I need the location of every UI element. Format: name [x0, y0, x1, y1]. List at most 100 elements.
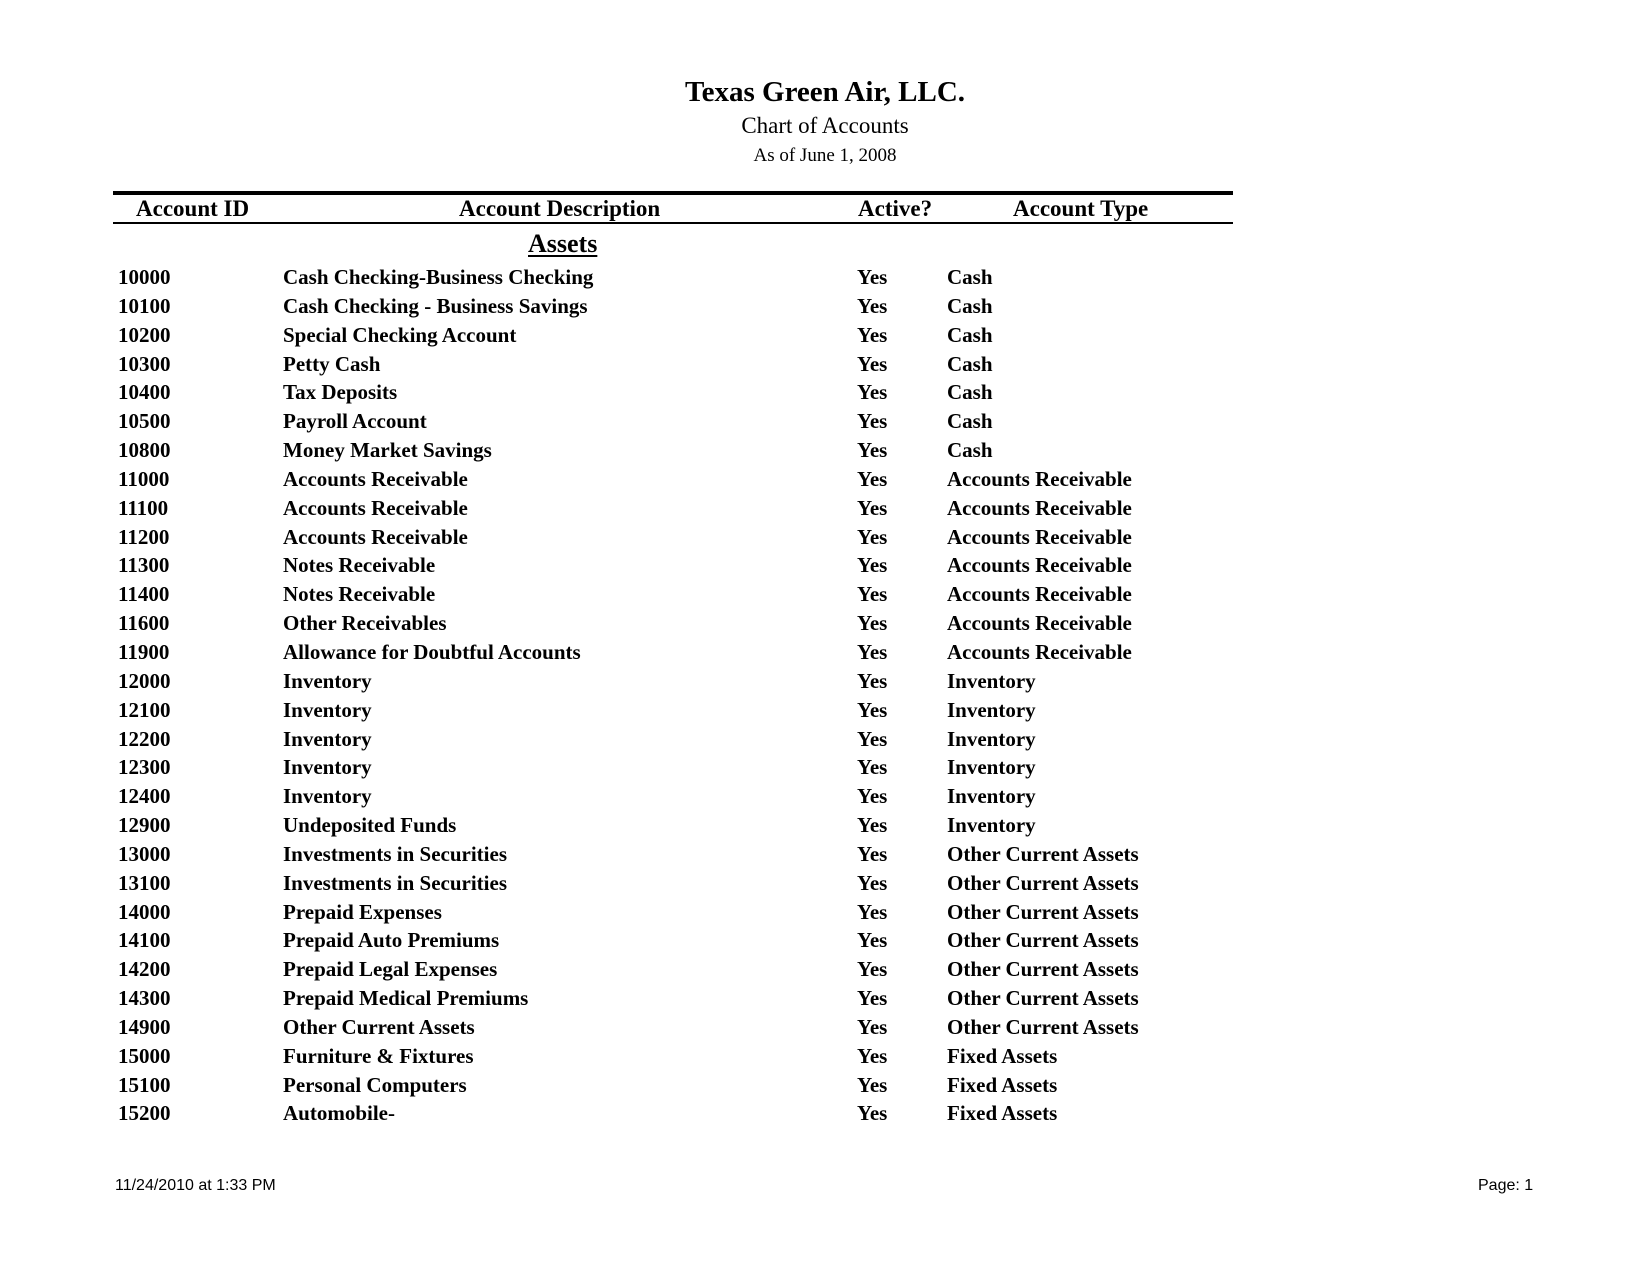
account-description: Investments in Securities: [283, 841, 507, 866]
account-id: 12900: [118, 813, 171, 838]
account-description: Accounts Receivable: [283, 524, 468, 549]
active-flag: Yes: [857, 755, 888, 780]
table-row: 10500 Payroll Account Yes Cash: [0, 407, 1650, 436]
account-description: Prepaid Auto Premiums: [283, 928, 500, 953]
active-flag: Yes: [857, 582, 888, 607]
active-flag: Yes: [857, 1072, 888, 1097]
account-id: 10100: [118, 293, 171, 318]
header-rule-top: [113, 191, 1233, 195]
active-flag: Yes: [857, 986, 888, 1011]
account-type: Accounts Receivable: [947, 466, 1132, 491]
account-type: Inventory: [947, 813, 1036, 838]
account-description: Notes Receivable: [283, 553, 436, 578]
account-description: Tax Deposits: [283, 380, 398, 405]
account-id: 11100: [118, 495, 169, 520]
account-id: 11000: [118, 466, 170, 491]
active-flag: Yes: [857, 870, 888, 895]
table-row: 10000 Cash Checking-Business Checking Yes C…: [0, 263, 1650, 292]
table-row: 13000 Investments in Securities Yes Other C…: [0, 840, 1650, 869]
account-description: Other Receivables: [283, 611, 447, 636]
account-id: 14300: [118, 986, 171, 1011]
column-header-account-description: Account Description: [459, 196, 661, 221]
account-description: Undeposited Funds: [283, 813, 457, 838]
table-row: 10800 Money Market Savings Yes Cash: [0, 436, 1650, 465]
active-flag: Yes: [857, 841, 888, 866]
table-row: 11400 Notes Receivable Yes Accounts Receiva…: [0, 580, 1650, 609]
print-timestamp: 11/24/2010 at 1:33 PM: [115, 1177, 276, 1194]
active-flag: Yes: [857, 639, 888, 664]
account-id: 14200: [118, 957, 171, 982]
account-description: Personal Computers: [283, 1072, 467, 1097]
active-flag: Yes: [857, 957, 888, 982]
table-row: 14000 Prepaid Expenses Yes Other Current As…: [0, 898, 1650, 927]
account-id: 10500: [118, 409, 171, 434]
account-id: 14100: [118, 928, 171, 953]
account-id: 11300: [118, 553, 170, 578]
table-row: 11100 Accounts Receivable Yes Accounts Rece…: [0, 494, 1650, 523]
account-description: Accounts Receivable: [283, 495, 468, 520]
active-flag: Yes: [857, 784, 888, 809]
account-type: Other Current Assets: [947, 870, 1139, 895]
account-type: Other Current Assets: [947, 957, 1139, 982]
active-flag: Yes: [857, 668, 888, 693]
table-row: 12300 Inventory Yes Inventory: [0, 753, 1650, 782]
account-type: Accounts Receivable: [947, 639, 1132, 664]
account-type: Other Current Assets: [947, 986, 1139, 1011]
account-id: 14000: [118, 899, 171, 924]
account-description: Prepaid Expenses: [283, 899, 442, 924]
account-description: Other Current Assets: [283, 1014, 475, 1039]
account-description: Petty Cash: [283, 351, 381, 376]
table-row: 11600 Other Receivables Yes Accounts Receiv…: [0, 609, 1650, 638]
active-flag: Yes: [857, 697, 888, 722]
column-header-active: Active?: [858, 196, 933, 221]
account-type: Fixed Assets: [947, 1072, 1058, 1097]
account-id: 15100: [118, 1072, 171, 1097]
account-description: Notes Receivable: [283, 582, 436, 607]
account-id: 13100: [118, 870, 171, 895]
active-flag: Yes: [857, 380, 888, 405]
report-title: Chart of Accounts: [741, 113, 909, 138]
account-type: Fixed Assets: [947, 1043, 1058, 1068]
active-flag: Yes: [857, 265, 888, 289]
account-id: 15000: [118, 1043, 171, 1068]
account-description: Payroll Account: [283, 409, 427, 434]
account-description: Cash Checking-Business Checking: [283, 265, 594, 289]
active-flag: Yes: [857, 351, 888, 376]
table-row: 11300 Notes Receivable Yes Accounts Receiva…: [0, 551, 1650, 580]
account-id: 12000: [118, 668, 171, 693]
table-row: 15200 Automobile- Yes Fixed Assets: [0, 1099, 1650, 1128]
page-number: Page: 1: [1478, 1177, 1534, 1194]
active-flag: Yes: [857, 813, 888, 838]
table-row: 14300 Prepaid Medical Premiums Yes Other Cu…: [0, 984, 1650, 1013]
table-row: 12200 Inventory Yes Inventory: [0, 725, 1650, 754]
table-row: 11900 Allowance for Doubtful Accounts Yes A…: [0, 638, 1650, 667]
report-date: As of June 1, 2008: [753, 145, 897, 166]
column-header-account-type: Account Type: [1013, 196, 1149, 221]
account-description: Cash Checking - Business Savings: [283, 293, 588, 318]
account-description: Special Checking Account: [283, 322, 517, 347]
account-type: Accounts Receivable: [947, 495, 1132, 520]
account-description: Prepaid Legal Expenses: [283, 957, 498, 982]
account-type: Accounts Receivable: [947, 611, 1132, 636]
active-flag: Yes: [857, 466, 888, 491]
account-type: Inventory: [947, 726, 1036, 751]
column-header-account-id: Account ID: [136, 196, 250, 221]
header-rule-bottom: [113, 222, 1233, 224]
account-type: Inventory: [947, 784, 1036, 809]
account-id: 12400: [118, 784, 171, 809]
account-description: Inventory: [283, 784, 372, 809]
active-flag: Yes: [857, 293, 888, 318]
account-description: Inventory: [283, 697, 372, 722]
account-type: Fixed Assets: [947, 1101, 1058, 1126]
account-id: 10200: [118, 322, 171, 347]
account-id: 14900: [118, 1014, 171, 1039]
active-flag: Yes: [857, 928, 888, 953]
account-id: 15200: [118, 1101, 171, 1126]
table-row: 15100 Personal Computers Yes Fixed Assets: [0, 1071, 1650, 1100]
account-type: Cash: [947, 380, 993, 405]
table-row: 12400 Inventory Yes Inventory: [0, 782, 1650, 811]
account-type: Cash: [947, 265, 993, 289]
account-id: 10300: [118, 351, 171, 376]
active-flag: Yes: [857, 1043, 888, 1068]
active-flag: Yes: [857, 726, 888, 751]
